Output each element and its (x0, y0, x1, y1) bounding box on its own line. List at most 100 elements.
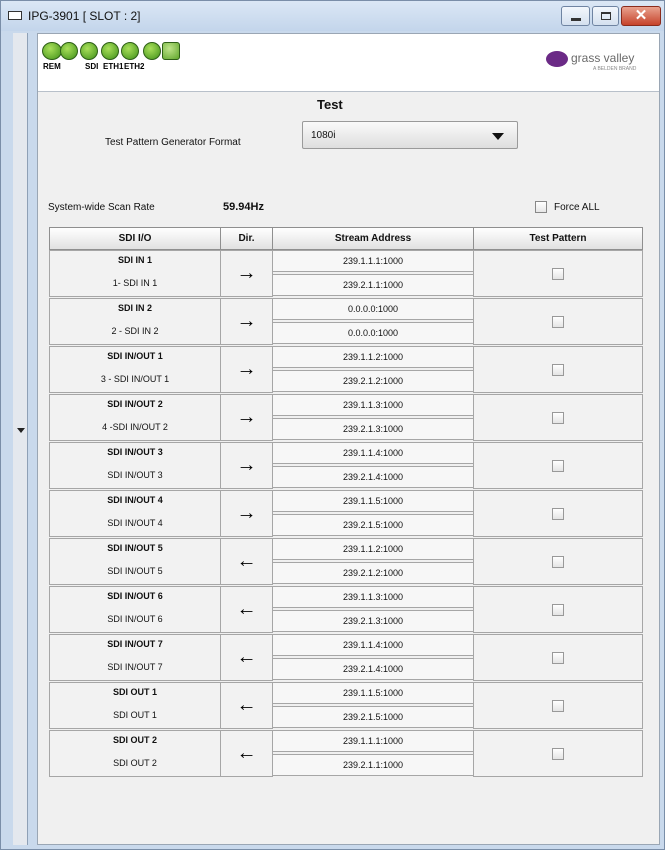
dir-cell: ← (220, 586, 273, 633)
test-pattern-checkbox[interactable] (552, 748, 564, 760)
stream-address-field[interactable]: 239.2.1.4:1000 (272, 658, 474, 680)
io-name: SDI IN/OUT 3 (107, 447, 163, 457)
test-pattern-checkbox[interactable] (552, 604, 564, 616)
stream-address-field[interactable]: 239.2.1.3:1000 (272, 610, 474, 632)
address-cell: 239.1.1.3:1000 239.2.1.3:1000 (272, 394, 474, 441)
io-cell: SDI IN 2 2 - SDI IN 2 (49, 298, 221, 345)
test-pattern-checkbox[interactable] (552, 652, 564, 664)
table-row: SDI IN/OUT 4 SDI IN/OUT 4 → 239.1.1.5:10… (49, 490, 643, 537)
dir-cell: ← (220, 538, 273, 585)
table-row: SDI IN 1 1- SDI IN 1 → 239.1.1.1:1000 23… (49, 250, 643, 297)
test-pattern-checkbox[interactable] (552, 412, 564, 424)
stream-address-field[interactable]: 239.1.1.4:1000 (272, 442, 474, 464)
address-cell: 239.1.1.5:1000 239.2.1.5:1000 (272, 490, 474, 537)
stream-address-field[interactable]: 239.2.1.3:1000 (272, 418, 474, 440)
table-row: SDI IN/OUT 1 3 - SDI IN/OUT 1 → 239.1.1.… (49, 346, 643, 393)
io-name: SDI IN/OUT 4 (107, 495, 163, 505)
title-bar[interactable]: IPG-3901 [ SLOT : 2] ✕ (1, 1, 664, 31)
io-label: 2 - SDI IN 2 (111, 326, 159, 336)
io-label: 3 - SDI IN/OUT 1 (100, 374, 170, 384)
format-select-value: 1080i (311, 130, 336, 141)
io-name: SDI IN/OUT 6 (107, 591, 163, 601)
address-cell: 239.1.1.4:1000 239.2.1.4:1000 (272, 442, 474, 489)
io-cell: SDI OUT 2 SDI OUT 2 (49, 730, 221, 777)
direction-arrow-icon: ← (236, 646, 257, 668)
io-label: SDI OUT 2 (113, 758, 157, 768)
stream-address-field[interactable]: 239.2.1.1:1000 (272, 274, 474, 296)
test-pattern-checkbox[interactable] (552, 364, 564, 376)
window-title: IPG-3901 [ SLOT : 2] (28, 9, 141, 23)
stream-address-field[interactable]: 239.2.1.2:1000 (272, 562, 474, 584)
collapse-toggle-icon[interactable] (15, 421, 26, 441)
rem-label: REM (43, 62, 61, 71)
io-label: SDI IN/OUT 4 (107, 518, 163, 528)
io-label: SDI IN/OUT 3 (107, 470, 163, 480)
forward-icon[interactable] (60, 42, 78, 60)
test-pattern-cell (473, 586, 643, 633)
brand-logo-subtext: A BELDEN BRAND (593, 66, 637, 72)
ctrl-status-icon[interactable] (42, 42, 62, 60)
dir-cell: → (220, 490, 273, 537)
format-label: Test Pattern Generator Format (105, 137, 241, 148)
test-pattern-checkbox[interactable] (552, 460, 564, 472)
stream-address-field[interactable]: 0.0.0.0:1000 (272, 322, 474, 344)
stream-address-field[interactable]: 239.2.1.5:1000 (272, 514, 474, 536)
close-button[interactable]: ✕ (621, 6, 661, 26)
stream-address-field[interactable]: 239.1.1.1:1000 (272, 250, 474, 272)
io-label: 1- SDI IN 1 (112, 278, 158, 288)
stream-address-field[interactable]: 239.2.1.1:1000 (272, 754, 474, 776)
stream-address-field[interactable]: 239.2.1.2:1000 (272, 370, 474, 392)
eth1-status-icon[interactable] (101, 42, 119, 60)
minimize-button[interactable] (561, 6, 590, 26)
format-select[interactable]: 1080i (302, 121, 518, 149)
sdi-status-icon[interactable] (80, 42, 98, 60)
test-pattern-cell (473, 442, 643, 489)
test-pattern-checkbox[interactable] (552, 700, 564, 712)
address-cell: 239.1.1.4:1000 239.2.1.4:1000 (272, 634, 474, 681)
stream-address-field[interactable]: 239.1.1.5:1000 (272, 490, 474, 512)
test-pattern-cell (473, 490, 643, 537)
stream-address-field[interactable]: 239.1.1.2:1000 (272, 538, 474, 560)
dir-cell: → (220, 250, 273, 297)
chevron-down-icon (492, 133, 504, 140)
test-pattern-checkbox[interactable] (552, 316, 564, 328)
stream-address-field[interactable]: 239.1.1.3:1000 (272, 586, 474, 608)
io-cell: SDI IN/OUT 7 SDI IN/OUT 7 (49, 634, 221, 681)
stream-address-field[interactable]: 0.0.0.0:1000 (272, 298, 474, 320)
stream-address-field[interactable]: 239.1.1.3:1000 (272, 394, 474, 416)
dir-cell: → (220, 442, 273, 489)
refresh-icon[interactable] (162, 42, 180, 60)
stream-address-field[interactable]: 239.1.1.5:1000 (272, 682, 474, 704)
address-cell: 0.0.0.0:1000 0.0.0.0:1000 (272, 298, 474, 345)
stream-address-field[interactable]: 239.1.1.2:1000 (272, 346, 474, 368)
direction-arrow-icon: → (236, 262, 257, 284)
close-icon: ✕ (634, 7, 648, 24)
table-row: SDI IN/OUT 5 SDI IN/OUT 5 ← 239.1.1.2:10… (49, 538, 643, 585)
io-cell: SDI IN/OUT 1 3 - SDI IN/OUT 1 (49, 346, 221, 393)
table-row: SDI IN/OUT 3 SDI IN/OUT 3 → 239.1.1.4:10… (49, 442, 643, 489)
stream-address-field[interactable]: 239.2.1.4:1000 (272, 466, 474, 488)
window-icon (8, 11, 22, 20)
force-all-checkbox[interactable] (535, 201, 547, 213)
maximize-button[interactable] (592, 6, 619, 26)
stream-address-field[interactable]: 239.1.1.1:1000 (272, 730, 474, 752)
direction-arrow-icon: ← (236, 598, 257, 620)
io-name: SDI IN 2 (117, 303, 152, 313)
test-pattern-cell (473, 538, 643, 585)
grass-valley-logo-icon (546, 51, 568, 67)
io-name: SDI IN/OUT 5 (107, 543, 163, 553)
stream-address-field[interactable]: 239.1.1.4:1000 (272, 634, 474, 656)
test-pattern-checkbox[interactable] (552, 268, 564, 280)
eth2-status-icon[interactable] (121, 42, 139, 60)
stream-address-field[interactable]: 239.2.1.5:1000 (272, 706, 474, 728)
test-pattern-checkbox[interactable] (552, 556, 564, 568)
address-cell: 239.1.1.1:1000 239.2.1.1:1000 (272, 250, 474, 297)
io-label: SDI IN/OUT 5 (107, 566, 163, 576)
test-pattern-checkbox[interactable] (552, 508, 564, 520)
dir-cell: → (220, 394, 273, 441)
address-cell: 239.1.1.2:1000 239.2.1.2:1000 (272, 538, 474, 585)
direction-arrow-icon: → (236, 358, 257, 380)
column-header-test-pattern: Test Pattern (473, 227, 643, 250)
direction-arrow-icon: → (236, 502, 257, 524)
add-icon[interactable] (143, 42, 161, 60)
